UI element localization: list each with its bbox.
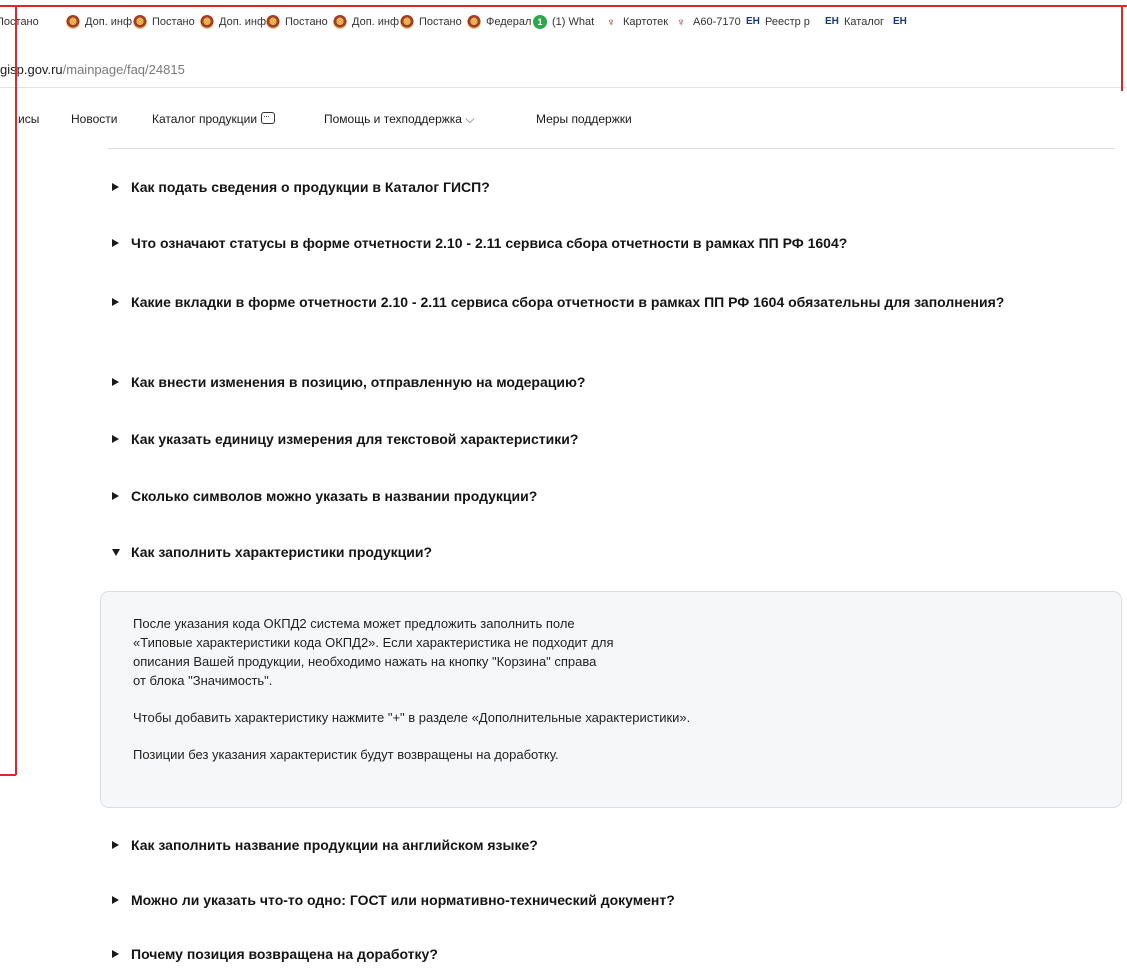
nav-item-catalog-label: Каталог продукции: [152, 112, 258, 126]
annotation-frame-top: [0, 5, 1127, 7]
bookmark-label: Постано: [419, 16, 462, 28]
faq-question[interactable]: Как указать единицу измерения для тексто…: [112, 429, 1127, 450]
bookmark-label: Реестр р: [765, 16, 810, 28]
faq-question-text: Что означают статусы в форме отчетности …: [131, 235, 848, 251]
annotation-frame-left: [15, 5, 17, 775]
bookmark-item[interactable]: 1 (1) What: [533, 14, 594, 30]
eagle-icon: [266, 15, 280, 29]
faq-question[interactable]: Как заполнить характеристики продукции?: [112, 542, 1127, 563]
bookmark-label: (1) What: [552, 16, 595, 28]
eagle-icon: [200, 15, 214, 29]
collapsed-triangle-icon: [112, 298, 119, 306]
url-text[interactable]: gisp.gov.ru/mainpage/faq/24815: [0, 62, 185, 77]
faq-question[interactable]: Как подать сведения о продукции в Катало…: [112, 177, 1127, 198]
chevron-down-icon: ⌵: [465, 112, 475, 126]
bookmark-label: Доп. инф: [219, 16, 267, 28]
nav-item-help[interactable]: Помощь и техподдержка ⌵: [324, 110, 474, 128]
collapsed-triangle-icon: [112, 492, 119, 500]
eagle-icon: [66, 15, 80, 29]
eagle-icon: [467, 15, 481, 29]
faq-question-text: Какие вкладки в форме отчетности 2.10 - …: [131, 294, 1005, 310]
faq-question[interactable]: Сколько символов можно указать в названи…: [112, 486, 1127, 507]
bookmark-label: Доп. инф: [352, 16, 400, 28]
faq-question[interactable]: Какие вкладки в форме отчетности 2.10 - …: [112, 292, 1127, 313]
faq-question-text: Сколько символов можно указать в названи…: [131, 488, 538, 504]
bookmark-label: Федерал: [486, 16, 532, 28]
expanded-triangle-icon: [112, 549, 120, 556]
nav-item-support[interactable]: Меры поддержки: [536, 110, 632, 128]
whatsapp-icon: 1: [533, 15, 547, 29]
bookmark-item[interactable]: Постано: [266, 14, 328, 30]
faq-question-text: Можно ли указать что-то одно: ГОСТ или н…: [131, 892, 675, 908]
hh-icon: ЕН: [746, 16, 760, 27]
crest-icon: ♆: [606, 15, 616, 29]
answer-line: После указания кода ОКПД2 система может …: [133, 616, 575, 631]
divider: [108, 148, 1115, 149]
hh-icon: ЕН: [825, 16, 839, 27]
faq-question[interactable]: Можно ли указать что-то одно: ГОСТ или н…: [112, 890, 1127, 911]
faq-question-text: Как внести изменения в позицию, отправле…: [131, 374, 586, 390]
collapsed-triangle-icon: [112, 378, 119, 386]
faq-question[interactable]: Как внести изменения в позицию, отправле…: [112, 372, 1127, 393]
bookmark-item[interactable]: ЕН Реестр р: [746, 14, 810, 30]
faq-question[interactable]: Почему позиция возвращена на доработку?: [112, 944, 1127, 965]
bookmark-item[interactable]: Федерал: [467, 14, 531, 30]
eagle-icon: [333, 15, 347, 29]
collapsed-triangle-icon: [112, 841, 119, 849]
faq-question[interactable]: Что означают статусы в форме отчетности …: [112, 233, 1127, 254]
collapsed-triangle-icon: [112, 896, 119, 904]
faq-answer-panel: После указания кода ОКПД2 система может …: [100, 591, 1122, 808]
bookmark-item[interactable]: ♆ А60-7170: [674, 14, 741, 30]
crest-icon: ♆: [676, 15, 686, 29]
annotation-frame-bottom: [0, 774, 16, 776]
bookmark-label: Постано: [285, 16, 328, 28]
collapsed-triangle-icon: [112, 183, 119, 191]
bookmark-label: Картотек: [623, 16, 669, 28]
bookmark-item[interactable]: ЕН Каталог: [825, 14, 884, 30]
eagle-icon: [133, 15, 147, 29]
bookmark-item[interactable]: Постано: [133, 14, 195, 30]
answer-paragraph: Позиции без указания характеристик будут…: [133, 747, 559, 762]
faq-question-text: Как заполнить характеристики продукции?: [131, 544, 432, 560]
answer-line: «Типовые характеристики кода ОКПД2». Есл…: [133, 635, 614, 650]
divider: [0, 87, 1127, 88]
nav-item-partial[interactable]: исы: [18, 110, 39, 128]
url-host: gisp.gov.ru: [0, 62, 63, 77]
answer-paragraph: Чтобы добавить характеристику нажмите "+…: [133, 710, 691, 725]
bookmark-label: Постано: [0, 16, 39, 28]
nav-item-catalog[interactable]: Каталог продукции: [152, 107, 276, 128]
faq-question-text: Как указать единицу измерения для тексто…: [131, 431, 579, 447]
bookmark-label: А60-7170: [693, 16, 741, 28]
bookmark-item[interactable]: Доп. инф: [200, 14, 266, 30]
eagle-icon: [400, 15, 414, 29]
faq-question[interactable]: Как заполнить название продукции на англ…: [112, 835, 1127, 856]
nav-item-help-label: Помощь и техподдержка: [324, 112, 462, 126]
bookmarks-bar: Постано Доп. инф Постано Доп. инф Постан…: [0, 0, 1127, 44]
collapsed-triangle-icon: [112, 950, 119, 958]
bookmark-item[interactable]: Постано: [400, 14, 462, 30]
bookmark-item[interactable]: Доп. инф: [333, 14, 399, 30]
bookmark-item[interactable]: Доп. инф: [66, 14, 132, 30]
collapsed-triangle-icon: [112, 435, 119, 443]
hh-icon: ЕН: [893, 16, 907, 27]
nav-item-news[interactable]: Новости: [71, 110, 117, 128]
bookmark-item[interactable]: Постано: [0, 14, 39, 30]
faq-question-text: Как подать сведения о продукции в Катало…: [131, 179, 490, 195]
collapsed-triangle-icon: [112, 239, 119, 247]
bookmark-label: Доп. инф: [85, 16, 133, 28]
bookmark-label: Каталог: [844, 16, 884, 28]
annotation-frame-right: [1121, 5, 1123, 91]
url-path: /mainpage/faq/24815: [62, 62, 185, 77]
bookmark-label: Постано: [152, 16, 195, 28]
chat-icon: [261, 107, 276, 125]
faq-question-text: Как заполнить название продукции на англ…: [131, 837, 538, 853]
bookmark-item[interactable]: ♆ Картотек: [604, 14, 669, 30]
answer-line: описания Вашей продукции, необходимо наж…: [133, 654, 597, 669]
address-bar[interactable]: gisp.gov.ru/mainpage/faq/24815: [0, 56, 1127, 82]
answer-line: от блока "Значимость".: [133, 673, 273, 688]
faq-question-text: Почему позиция возвращена на доработку?: [131, 946, 438, 962]
bookmark-item[interactable]: ЕН: [893, 14, 912, 30]
